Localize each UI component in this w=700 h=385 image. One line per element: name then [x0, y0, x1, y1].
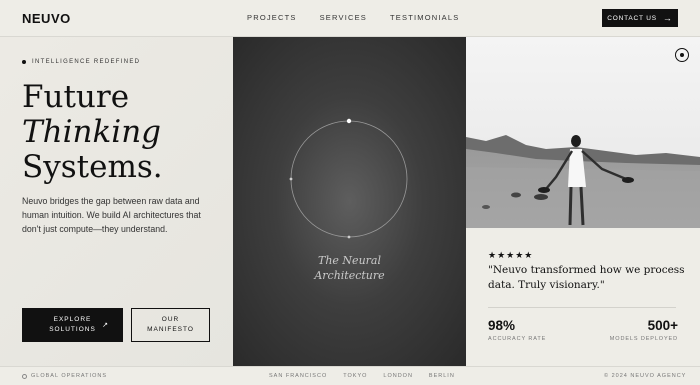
hero-photo: [466, 37, 700, 228]
globe-icon: [22, 373, 27, 379]
headline-line-2: Thinking: [22, 114, 162, 150]
city-san-francisco: SAN FRANCISCO: [269, 373, 328, 379]
arrow-up-right-icon: ↗: [102, 322, 109, 329]
site-header: NEUVO PROJECTS SERVICES TESTIMONIALS CON…: [0, 0, 700, 37]
contact-us-button[interactable]: CONTACT US →: [602, 9, 678, 27]
testimonial-quote: "Neuvo transformed how we process data. …: [488, 264, 685, 291]
our-manifesto-button[interactable]: OUR MANIFESTO: [131, 308, 210, 342]
hero-eyebrow: INTELLIGENCE REDEFINED: [22, 59, 140, 65]
explore-label-2: SOLUTIONS: [49, 326, 96, 333]
manifesto-label-2: MANIFESTO: [147, 326, 194, 333]
orbit-node-bottom: [347, 235, 351, 239]
bullet-dot-icon: [22, 60, 26, 64]
stat-accuracy-value: 98%: [488, 318, 516, 333]
play-circle-icon[interactable]: [675, 48, 689, 62]
manifesto-label-1: OUR: [161, 316, 180, 323]
photo-illustration: [466, 37, 700, 228]
operations-label: GLOBAL OPERATIONS: [31, 373, 107, 379]
explore-label-1: EXPLORE: [53, 316, 92, 323]
city-berlin: BERLIN: [428, 373, 455, 379]
stat-accuracy-label: ACCURACY RATE: [488, 336, 547, 342]
neural-caption-line-1: The Neural: [318, 254, 381, 267]
eyebrow-label: INTELLIGENCE REDEFINED: [32, 59, 141, 65]
city-tokyo: TOKYO: [343, 373, 368, 379]
explore-solutions-button[interactable]: EXPLORE SOLUTIONS ↗: [22, 308, 123, 342]
stat-models-label: MODELS DEPLOYED: [609, 336, 678, 342]
neural-orbit-graphic: [289, 118, 408, 239]
city-london: LONDON: [383, 373, 413, 379]
testimonial-card: ★★★★★ "Neuvo transformed how we process …: [466, 228, 700, 366]
contact-us-label: CONTACT US: [607, 14, 657, 22]
neural-caption: The Neural Architecture: [233, 253, 466, 283]
headline-line-3: Systems.: [22, 149, 163, 185]
site-footer: GLOBAL OPERATIONS SAN FRANCISCO TOKYO LO…: [0, 366, 700, 385]
nav-testimonials[interactable]: TESTIMONIALS: [390, 13, 459, 22]
hero-section: INTELLIGENCE REDEFINED Future Thinking S…: [0, 37, 233, 366]
stat-models-value: 500+: [647, 318, 678, 333]
global-operations: GLOBAL OPERATIONS: [22, 373, 107, 379]
nav-projects[interactable]: PROJECTS: [247, 13, 297, 22]
orbit-node-top: [346, 118, 352, 124]
neural-caption-line-2: Architecture: [314, 269, 385, 282]
stats-divider: [488, 307, 676, 308]
city-list: SAN FRANCISCO TOKYO LONDON BERLIN: [269, 373, 455, 379]
brand-logo[interactable]: NEUVO: [22, 11, 71, 26]
neural-panel: The Neural Architecture: [233, 37, 466, 366]
orbit-ring: [290, 120, 408, 238]
orbit-node-left: [289, 177, 293, 181]
hero-description: Neuvo bridges the gap between raw data a…: [22, 196, 201, 234]
nav-services[interactable]: SERVICES: [320, 13, 367, 22]
copyright: © 2024 NEUVO AGENCY: [604, 373, 687, 379]
headline-line-1: Future: [22, 79, 130, 115]
hero-headline: Future Thinking Systems.: [22, 80, 163, 185]
arrow-right-icon: →: [662, 12, 673, 23]
main-nav: PROJECTS SERVICES TESTIMONIALS: [247, 13, 459, 22]
rating-stars: ★★★★★: [488, 250, 534, 260]
